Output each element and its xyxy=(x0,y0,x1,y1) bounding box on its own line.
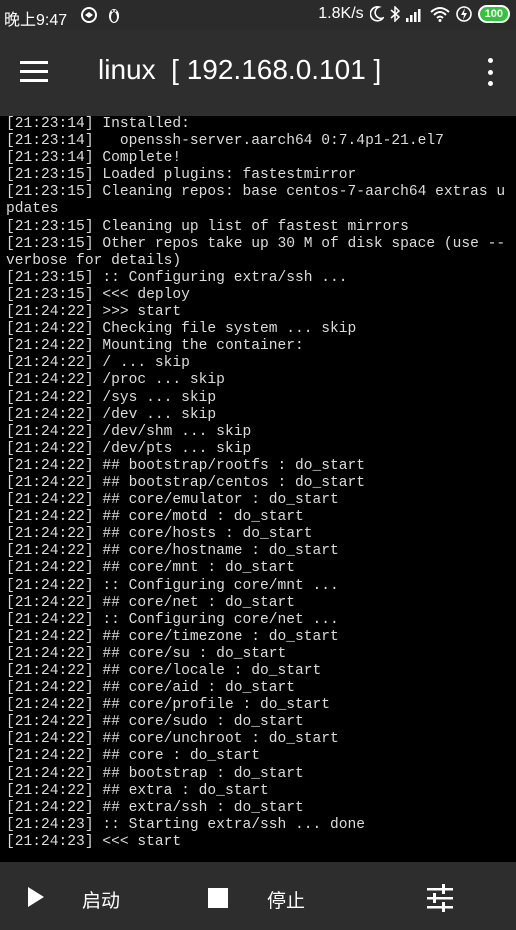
log-line: [21:23:15] Cleaning repos: base centos-7… xyxy=(6,184,506,218)
log-line: [21:24:22] :: Configuring core/mnt ... xyxy=(6,577,339,594)
log-line: [21:24:23] :: Starting extra/ssh ... don… xyxy=(6,816,366,833)
log-line: [21:24:22] ## core/locale : do_start xyxy=(6,663,322,679)
log-line: [21:23:15] :: Configuring extra/ssh ... xyxy=(6,269,348,286)
log-line: [21:23:14] openssh-server.aarch64 0:7.4p… xyxy=(6,133,444,150)
log-line: [21:23:15] Cleaning up list of fastest m… xyxy=(6,218,409,235)
status-bar: 晚上9:47 1.8K/s 100 xyxy=(0,0,516,30)
charging-icon xyxy=(455,6,472,22)
start-play-icon[interactable] xyxy=(22,884,52,910)
log-line: [21:24:22] Mounting the container: xyxy=(6,338,304,355)
signal-icon xyxy=(405,9,421,22)
stop-square-icon[interactable] xyxy=(208,888,228,908)
network-speed: 1.8K/s xyxy=(318,5,364,22)
wifi-icon xyxy=(429,7,450,22)
menu-icon[interactable] xyxy=(20,61,48,83)
log-line: [21:24:22] ## core/mnt : do_start xyxy=(6,560,296,577)
start-button[interactable]: 启动 xyxy=(82,886,120,913)
log-line: [21:24:22] ## core/su : do_start xyxy=(6,645,287,662)
app-notification-icon xyxy=(81,7,97,23)
overflow-menu-icon[interactable] xyxy=(486,58,494,86)
log-line: [21:24:22] >>> start xyxy=(6,304,182,321)
log-line: [21:24:22] /dev/pts ... skip xyxy=(6,440,252,457)
status-time: 晚上9:47 xyxy=(4,12,68,29)
log-line: [21:24:22] ## core/net : do_start xyxy=(6,594,296,611)
log-text: [21:23:14] Installed: [21:23:14] openssh-… xyxy=(6,116,510,851)
log-line: [21:24:22] /sys ... skip xyxy=(6,389,217,406)
log-line: [21:23:15] Loaded plugins: fastestmirror xyxy=(6,167,357,184)
log-line: [21:24:22] ## bootstrap : do_start xyxy=(6,765,304,782)
log-line: [21:23:15] Other repos take up 30 M of d… xyxy=(6,235,506,269)
log-line: [21:24:22] ## core/profile : do_start xyxy=(6,697,331,714)
log-line: [21:24:22] ## core/timezone : do_start xyxy=(6,628,339,645)
log-line: [21:23:15] <<< deploy xyxy=(6,286,190,303)
log-line: [21:24:22] /dev ... skip xyxy=(6,406,217,423)
log-line: [21:24:23] <<< start xyxy=(6,833,182,850)
log-line: [21:24:22] ## extra : do_start xyxy=(6,782,269,799)
log-line: [21:23:14] Complete! xyxy=(6,150,182,167)
log-line: [21:24:22] ## core/motd : do_start xyxy=(6,509,304,526)
settings-sliders-icon[interactable] xyxy=(424,884,456,912)
log-line: [21:24:22] ## core/hosts : do_start xyxy=(6,526,313,543)
log-line: [21:24:22] ## core/sudo : do_start xyxy=(6,714,304,731)
stop-button[interactable]: 停止 xyxy=(267,886,305,913)
log-line: [21:24:22] ## bootstrap/centos : do_star… xyxy=(6,474,366,491)
console-output[interactable]: [21:23:14] Installed: [21:23:14] openssh-… xyxy=(0,116,516,862)
battery-icon: 100 xyxy=(477,5,510,23)
log-line: [21:24:22] ## core/aid : do_start xyxy=(6,680,296,697)
log-line: [21:24:22] ## core/unchroot : do_start xyxy=(6,731,339,748)
log-line: [21:24:22] ## core/emulator : do_start xyxy=(6,492,339,509)
log-line: [21:24:22] ## extra/ssh : do_start xyxy=(6,799,304,816)
log-line: [21:24:22] ## bootstrap/rootfs : do_star… xyxy=(6,457,366,474)
bluetooth-icon xyxy=(390,6,400,22)
moon-icon xyxy=(369,6,384,22)
linux-penguin-icon xyxy=(109,9,119,23)
log-line: [21:24:22] / ... skip xyxy=(6,355,190,372)
log-line: [21:24:22] ## core : do_start xyxy=(6,748,260,765)
status-notification-icons xyxy=(80,6,122,24)
log-line: [21:24:22] /dev/shm ... skip xyxy=(6,423,252,440)
app-bar: linux [ 192.168.0.101 ] xyxy=(0,30,516,116)
bottom-toolbar: 启动 停止 xyxy=(0,862,516,930)
log-line: [21:24:22] Checking file system ... skip xyxy=(6,321,357,338)
log-line: [21:24:22] /proc ... skip xyxy=(6,372,225,389)
log-line: [21:23:14] Installed: xyxy=(6,116,190,132)
status-right-group: 1.8K/s 100 xyxy=(318,5,510,23)
log-line: [21:24:22] ## core/hostname : do_start xyxy=(6,543,339,560)
log-line: [21:24:22] :: Configuring core/net ... xyxy=(6,611,339,628)
page-title: linux [ 192.168.0.101 ] xyxy=(98,54,382,85)
